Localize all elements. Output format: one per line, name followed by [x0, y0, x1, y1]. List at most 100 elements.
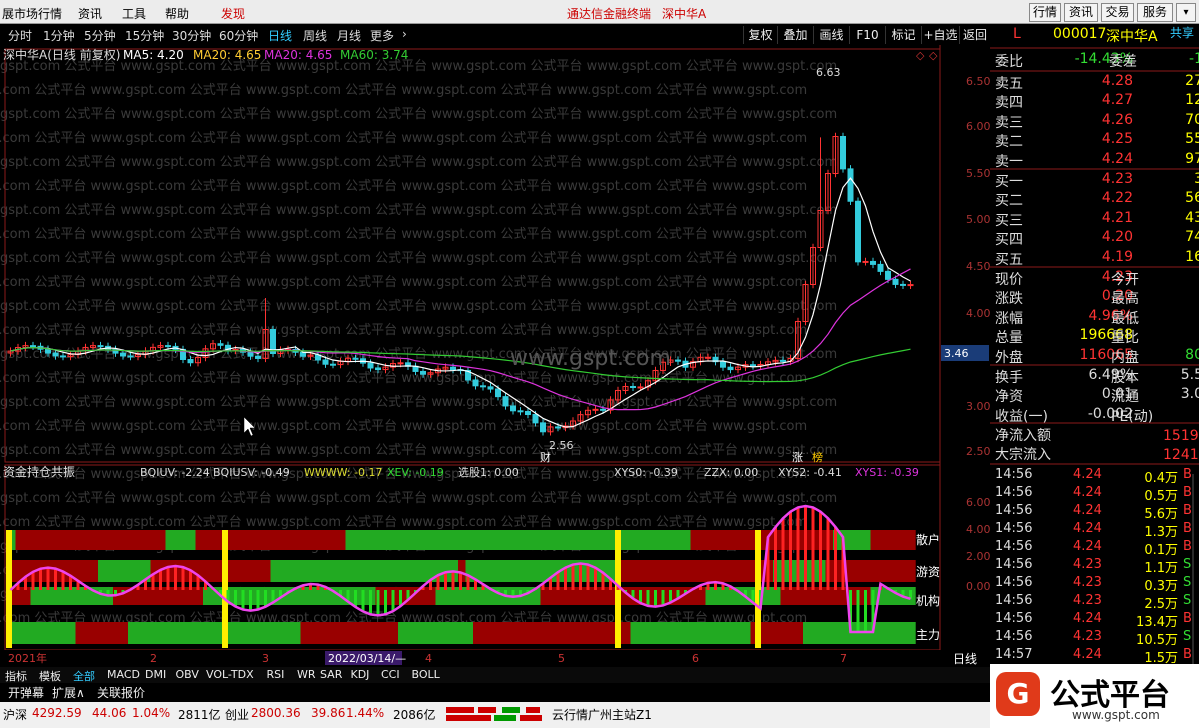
band-cell [300, 622, 309, 644]
band-cell [893, 560, 901, 582]
indicator-tab[interactable]: RSI [267, 668, 285, 681]
band-cell [120, 530, 129, 550]
candle [720, 361, 726, 368]
band-cell [165, 530, 174, 550]
band-cell [660, 622, 669, 644]
menu-market[interactable]: 展市场行情 [2, 5, 62, 22]
band-cell [60, 622, 69, 644]
band-cell [488, 530, 496, 550]
service-button[interactable]: 服务 [1137, 3, 1173, 22]
band-cell [113, 560, 121, 582]
band-cell [98, 622, 106, 644]
restore-rights-button[interactable]: 复权 [743, 26, 777, 44]
signal-bar [755, 530, 761, 648]
period-tab[interactable]: 15分钟 [125, 27, 164, 44]
indicator-tab[interactable]: CCI [381, 668, 400, 681]
overlay-button[interactable]: 叠加 [777, 26, 813, 44]
menu-help[interactable]: 帮助 [165, 5, 189, 22]
candle [97, 345, 104, 348]
band-cell [585, 622, 594, 644]
period-tab[interactable]: 30分钟 [172, 27, 211, 44]
indicator-tab[interactable]: SAR [320, 668, 342, 681]
band-cell [293, 560, 301, 582]
trade-button[interactable]: 交易 [1101, 3, 1134, 22]
period-tab[interactable]: 60分钟 [219, 27, 258, 44]
mark-button[interactable]: 标记 [885, 26, 921, 44]
news-button[interactable]: 资讯 [1064, 3, 1098, 22]
band-cell [90, 530, 99, 550]
server-label[interactable]: 云行情广州主站Z1 [552, 706, 652, 723]
band-cell [458, 530, 466, 550]
back-button[interactable]: 返回 [959, 26, 990, 44]
index-cy-pct: 1.44% [346, 706, 385, 720]
minimize-icon[interactable]: ▾ [1176, 3, 1196, 22]
candle [855, 200, 861, 263]
band-cell [368, 530, 376, 550]
band-cell [173, 530, 181, 550]
menu-news[interactable]: 资讯 [78, 5, 102, 22]
band-cell [735, 622, 744, 644]
band-cell [345, 622, 354, 644]
bottom-tab[interactable]: 开弹幕 [8, 684, 44, 701]
band-cell [660, 530, 669, 550]
logo-icon: G [996, 672, 1040, 716]
indicator-tab[interactable]: DMI [145, 668, 166, 681]
band-cell [270, 560, 279, 582]
candle [367, 362, 374, 369]
band-cell [690, 622, 699, 644]
band-cell [285, 622, 294, 644]
candle [495, 388, 501, 398]
period-tab[interactable]: 月线 [337, 27, 361, 44]
band-cell [90, 622, 99, 644]
band-cell [285, 530, 294, 550]
band-institution: 机构 [916, 593, 940, 608]
band-cell [278, 622, 286, 644]
period-label[interactable]: 日线 [953, 652, 977, 666]
quote-button[interactable]: 行情 [1029, 3, 1061, 22]
candle [255, 355, 261, 359]
period-tab-active[interactable]: 日线 [268, 27, 292, 44]
period-tab-more[interactable]: 更多 [370, 27, 394, 44]
band-cell [510, 560, 519, 582]
indicator-tab[interactable]: VOL-TDX [206, 668, 254, 681]
indicator-tab[interactable]: KDJ [351, 668, 370, 681]
band-cell [555, 622, 564, 644]
candle [907, 284, 914, 287]
menu-tools[interactable]: 工具 [122, 5, 146, 22]
ma20-legend: MA20: 4.65 [193, 48, 261, 62]
band-cell [728, 622, 736, 644]
add-watchlist-button[interactable]: +自选 [921, 26, 959, 44]
band-cell [428, 622, 436, 644]
draw-button[interactable]: 画线 [813, 26, 849, 44]
band-cell [593, 622, 601, 644]
indicator-tab[interactable]: MACD [107, 668, 140, 681]
band-cell [203, 622, 211, 644]
indicator-tab[interactable]: 模板 [39, 668, 61, 684]
band-cell [510, 622, 519, 644]
band-cell [420, 622, 429, 644]
chart-area[interactable]: gspt.com 公式平台 www.gspt.com 公式平台 www.gspt… [0, 45, 990, 650]
chevron-right-icon[interactable]: › [402, 27, 407, 41]
band-cell [90, 560, 99, 582]
indicator-tab[interactable]: 指标 [5, 668, 27, 684]
indicator-tab[interactable]: 全部 [73, 668, 95, 684]
indicator-tab[interactable]: BOLL [412, 668, 440, 681]
candle [127, 355, 134, 358]
watermark-text: gspt.com 公式平台 www.gspt.com 公式平台 www.gspt… [0, 251, 837, 266]
band-cell [240, 560, 249, 582]
period-tab[interactable]: 分时 [8, 27, 32, 44]
band-cell [173, 622, 181, 644]
indicator-tab[interactable]: OBV [176, 668, 199, 681]
band-cell [503, 622, 511, 644]
watermark-text: gspt.com 公式平台 www.gspt.com 公式平台 www.gspt… [0, 179, 807, 194]
menu-discover[interactable]: 发现 [221, 5, 245, 22]
period-tab[interactable]: 1分钟 [43, 27, 75, 44]
band-cell [255, 560, 264, 582]
period-tab[interactable]: 周线 [303, 27, 327, 44]
indicator-tab[interactable]: WR [297, 668, 316, 681]
bottom-tab[interactable]: 扩展∧ [52, 684, 85, 701]
bottom-tab[interactable]: 关联报价 [97, 684, 145, 701]
band-cell [495, 587, 504, 605]
f10-button[interactable]: F10 [849, 26, 885, 44]
period-tab[interactable]: 5分钟 [84, 27, 116, 44]
